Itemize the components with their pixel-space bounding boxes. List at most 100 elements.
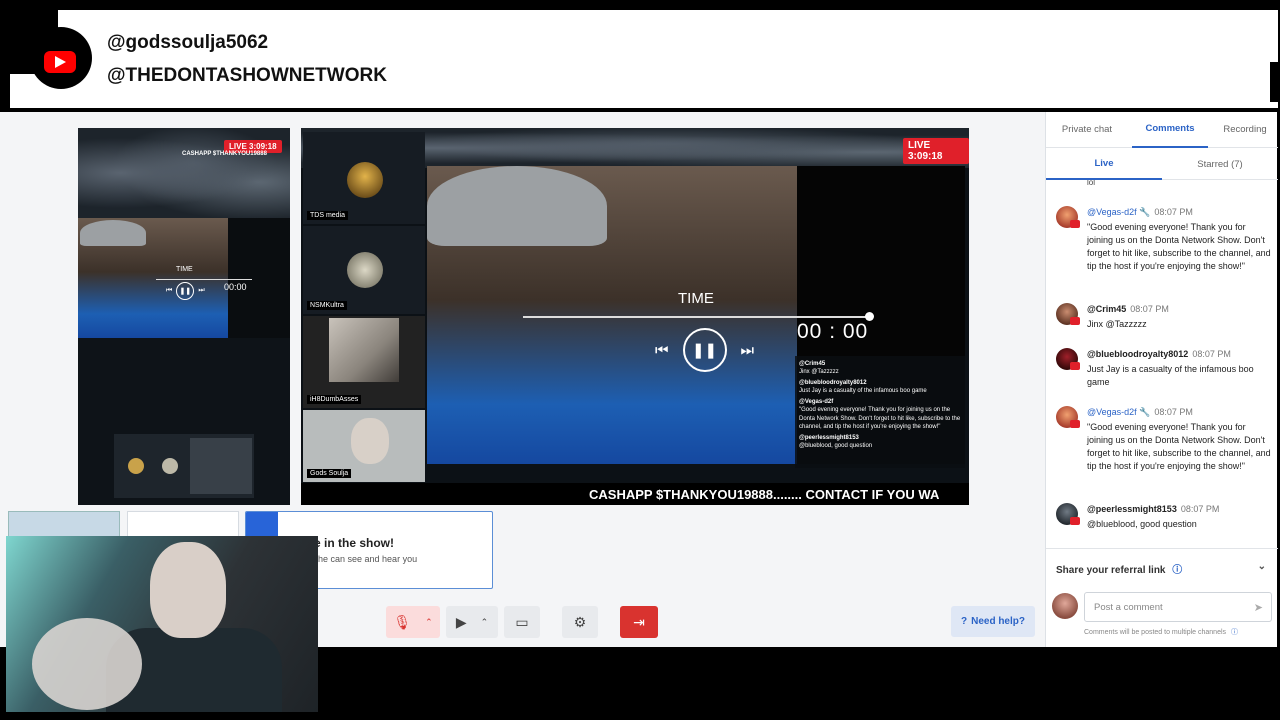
- comment-time: 08:07 PM: [1154, 407, 1193, 417]
- referral-link-row[interactable]: Share your referral link ⓘ ⌄: [1046, 548, 1278, 584]
- tile-name: TDS media: [307, 211, 349, 220]
- wrench-icon: 🔧: [1139, 207, 1151, 217]
- comment-item[interactable]: @bluebloodroyalty8012 08:07 PM Just Jay i…: [1056, 348, 1272, 396]
- overlay-chat: @Crim45 Jinx @Tazzzzz @bluebloodroyalty80…: [795, 356, 965, 468]
- small-mini-tiles: [114, 434, 254, 498]
- comment-item[interactable]: @Crim45 08:07 PM Jinx @Tazzzzz: [1056, 303, 1272, 339]
- channel-handle-secondary: @THEDONTASHOWNETWORK: [107, 65, 387, 86]
- chevron-up-icon[interactable]: ⌃: [481, 617, 489, 628]
- screen-share-button[interactable]: ▭: [504, 606, 540, 638]
- overlay-author: @bluebloodroyalty8012: [799, 380, 867, 387]
- avatar: [1052, 593, 1078, 619]
- overlay-chat-item: @Crim45 Jinx @Tazzzzz: [799, 360, 961, 376]
- settings-button[interactable]: ⚙: [562, 606, 598, 638]
- avatar: [162, 458, 178, 474]
- leave-icon: ⇥: [633, 613, 645, 630]
- comment-header: @Vegas-d2f 🔧 08:07 PM: [1087, 407, 1193, 418]
- comment-text: "Good evening everyone! Thank you for jo…: [1087, 222, 1271, 272]
- participant-video: [329, 318, 399, 382]
- participant-tile-ih8dumbasses[interactable]: iH8DumbAsses: [303, 316, 425, 408]
- time-label: TIME: [678, 290, 714, 307]
- mic-toggle-button[interactable]: 🎙 ⌃: [386, 606, 440, 638]
- skip-forward-icon: ⏭: [198, 287, 205, 294]
- comment-text: @blueblood, good question: [1087, 519, 1197, 529]
- comment-time: 08:07 PM: [1154, 207, 1193, 217]
- help-icon[interactable]: ⓘ: [1172, 565, 1182, 576]
- pause-icon: ❚❚: [176, 282, 195, 300]
- gear-icon: ⚙: [573, 613, 587, 630]
- skip-forward-icon: ⏭: [740, 341, 755, 359]
- cap-shape: [427, 166, 607, 246]
- small-ticker: CASHAPP $THANKYOU19888: [182, 151, 267, 157]
- comment-item[interactable]: @Vegas-d2f 🔧 08:07 PM "Good evening every…: [1056, 406, 1272, 494]
- webcam-hand: [32, 618, 142, 710]
- participant-face: [351, 418, 389, 464]
- comment-item[interactable]: @Vegas-d2f 🔧 08:07 PM "Good evening every…: [1056, 206, 1272, 294]
- post-comment-placeholder: Post a comment: [1094, 602, 1163, 613]
- timecode: 00 : 00: [797, 320, 869, 343]
- comment-time: 08:07 PM: [1180, 504, 1220, 514]
- timeline-progress: [523, 316, 869, 318]
- overlay-author: @Vegas-d2f: [799, 399, 834, 406]
- leave-studio-button[interactable]: ⇥: [620, 606, 658, 638]
- chevron-up-icon[interactable]: ⌃: [425, 617, 433, 628]
- stage-main[interactable]: LIVE 3:09:18 TDS media NSMKultra iH8Dumb…: [301, 128, 969, 505]
- tile-name: NSMKultra: [307, 301, 347, 310]
- tab-private-chat[interactable]: Private chat: [1046, 112, 1128, 148]
- self-view-tile[interactable]: [8, 511, 120, 537]
- ticker-banner: CASHAPP $THANKYOU19888........ CONTACT I…: [301, 483, 969, 505]
- tab-recording[interactable]: Recording: [1212, 112, 1278, 148]
- small-playback-controls: ⏮ ❚❚ ⏭: [166, 282, 205, 300]
- avatar: [128, 458, 144, 474]
- avatar: [347, 252, 383, 288]
- tile-name: Gods Soulja: [307, 469, 352, 478]
- mic-off-icon: 🎙: [393, 613, 412, 630]
- avatar: [347, 162, 383, 198]
- comment-subtabs: Live Starred (7): [1046, 148, 1278, 180]
- tab-comments[interactable]: Comments: [1132, 112, 1208, 148]
- youtube-icon: [1070, 317, 1080, 325]
- comment-author: @Vegas-d2f: [1087, 407, 1137, 417]
- banner-edge: [1270, 62, 1280, 102]
- playback-controls: ⏮ ❚❚ ⏭: [655, 328, 754, 372]
- subtab-live[interactable]: Live: [1046, 148, 1162, 180]
- comment-header: @Vegas-d2f 🔧 08:07 PM: [1087, 207, 1193, 218]
- webcam-overlay: [6, 536, 318, 712]
- participant-tile-nsmkultra[interactable]: NSMKultra: [303, 226, 425, 314]
- comment-text: Jinx @Tazzzzz: [1087, 319, 1147, 329]
- comment-item[interactable]: @peerlessmight8153 08:07 PM @blueblood, g…: [1056, 503, 1272, 536]
- need-help-button[interactable]: ? Need help?: [951, 606, 1035, 637]
- comment-text: Just Jay is a casualty of the infamous b…: [1087, 364, 1254, 388]
- overlay-text: "Good evening everyone! Thank you for jo…: [799, 407, 961, 430]
- referral-label: Share your referral link: [1056, 565, 1166, 576]
- tile-name: iH8DumbAsses: [307, 395, 362, 404]
- info-icon[interactable]: ⓘ: [1231, 629, 1238, 636]
- comment-header: @Crim45 08:07 PM: [1087, 304, 1169, 314]
- overlay-chat-item: @Vegas-d2f "Good evening everyone! Thank …: [799, 398, 961, 430]
- post-note: Comments will be posted to multiple chan…: [1084, 627, 1238, 637]
- wrench-icon: 🔧: [1139, 407, 1151, 417]
- overlay-text: Just Jay is a casualty of the infamous b…: [799, 388, 927, 395]
- skip-back-icon: ⏮: [655, 341, 669, 359]
- send-icon[interactable]: ➤: [1254, 601, 1263, 614]
- comment-author: @bluebloodroyalty8012: [1087, 349, 1189, 359]
- side-panel: Private chat Comments Recording Live Sta…: [1045, 112, 1278, 647]
- stage-preview-small[interactable]: LIVE 3:09:18 CASHAPP $THANKYOU19888 TIME…: [78, 128, 290, 505]
- post-comment-input[interactable]: Post a comment ➤: [1084, 592, 1272, 622]
- camera-toggle-button[interactable]: ▶ ⌃: [446, 606, 498, 638]
- participant-tile-tds-media[interactable]: TDS media: [303, 132, 425, 224]
- skip-back-icon: ⏮: [166, 287, 173, 294]
- small-progress: [156, 279, 252, 280]
- invite-title: e in the show!: [314, 536, 395, 550]
- participant-tile-gods-soulja[interactable]: Gods Soulja: [303, 410, 425, 482]
- youtube-icon: [1070, 220, 1080, 228]
- subtab-starred[interactable]: Starred (7): [1162, 148, 1278, 180]
- comment-list[interactable]: lol @Vegas-d2f 🔧 08:07 PM "Good evening e…: [1046, 180, 1278, 536]
- youtube-icon: [1070, 420, 1080, 428]
- overlay-chat-item: @bluebloodroyalty8012 Just Jay is a casua…: [799, 379, 961, 395]
- post-note-text: Comments will be posted to multiple chan…: [1084, 629, 1227, 636]
- cap-shape: [80, 220, 146, 246]
- truncated-comment-text: lol: [1087, 180, 1096, 187]
- chevron-down-icon[interactable]: ⌄: [1258, 561, 1266, 572]
- channel-handle-primary: @godssoulja5062: [107, 32, 269, 53]
